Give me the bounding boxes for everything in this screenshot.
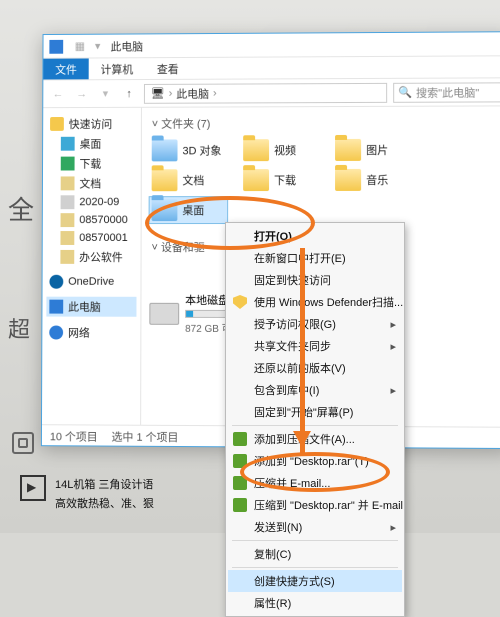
folder-icon	[152, 199, 178, 221]
folder-icon	[60, 250, 74, 264]
ctx-restore-version[interactable]: 还原以前的版本(V)	[228, 357, 402, 379]
chevron-right-icon: ›	[169, 87, 173, 99]
nav-back-icon[interactable]: ←	[49, 85, 67, 103]
ctx-add-archive[interactable]: 添加到压缩文件(A)...	[228, 428, 402, 450]
folder-icon	[243, 169, 269, 191]
titlebar[interactable]: ▦ ▾ 此电脑	[43, 32, 500, 58]
sidebar-network[interactable]: 网络	[46, 323, 136, 343]
folder-icon	[335, 139, 361, 161]
quick-access-toolbar: ▦ ▾	[73, 39, 105, 53]
separator	[232, 425, 398, 426]
search-placeholder: 搜索"此电脑"	[416, 84, 479, 100]
sidebar-item[interactable]: 桌面	[47, 134, 137, 154]
sidebar-item[interactable]: 08570000	[47, 211, 137, 229]
archive-icon	[233, 432, 247, 446]
ctx-share-sync[interactable]: 共享文件夹同步	[228, 335, 402, 357]
explorer-icon	[49, 39, 63, 53]
folder-icon	[243, 139, 269, 161]
ctx-compress-rar-email[interactable]: 压缩到 "Desktop.rar" 并 E-mail	[228, 494, 402, 516]
sidebar-onedrive[interactable]: OneDrive	[46, 273, 136, 291]
context-menu: 打开(O) 在新窗口中打开(E) 固定到快速访问 使用 Windows Defe…	[225, 222, 405, 617]
nav-up-icon[interactable]: ↑	[120, 84, 138, 102]
ctx-defender-scan[interactable]: 使用 Windows Defender扫描...	[228, 291, 402, 313]
qat-dropdown-icon[interactable]: ▾	[91, 39, 105, 53]
calendar-icon	[61, 195, 75, 209]
ctx-open-new-window[interactable]: 在新窗口中打开(E)	[228, 247, 402, 269]
network-icon	[49, 326, 63, 340]
folder-documents[interactable]: 文档	[150, 167, 228, 193]
ctx-pin-start[interactable]: 固定到"开始"屏幕(P)	[228, 401, 402, 423]
folder-pictures[interactable]: 图片	[333, 137, 411, 163]
drive-icon	[149, 302, 179, 324]
bg-text-2: 超	[8, 312, 30, 344]
ctx-send-to[interactable]: 发送到(N)	[228, 516, 402, 538]
download-icon	[61, 157, 75, 171]
ctx-grant-access[interactable]: 授予访问权限(G)	[228, 313, 402, 335]
group-header-folders[interactable]: ˅ 文件夹 (7)	[150, 112, 500, 137]
sidebar-item[interactable]: 08570001	[47, 229, 137, 247]
tab-computer[interactable]: 计算机	[89, 58, 145, 79]
ctx-compress-email[interactable]: 压缩并 E-mail...	[228, 472, 402, 494]
status-selection: 选中 1 个项目	[112, 428, 179, 444]
chip-icon	[12, 432, 34, 454]
search-input[interactable]: 🔍 搜索"此电脑"	[393, 82, 500, 102]
nav-forward-icon[interactable]: →	[73, 85, 91, 103]
desktop-icon	[61, 137, 75, 151]
folder-icon	[335, 169, 361, 191]
sidebar-item[interactable]: 办公软件	[47, 247, 137, 267]
pc-icon: 🖥	[151, 87, 165, 100]
onedrive-icon	[49, 275, 63, 289]
ctx-open[interactable]: 打开(O)	[228, 225, 402, 247]
status-count: 10 个项目	[50, 428, 98, 444]
sidebar-thispc[interactable]: 此电脑	[46, 297, 136, 317]
window-title: 此电脑	[110, 38, 143, 54]
sidebar-item[interactable]: 2020-09	[47, 193, 137, 211]
qat-properties-icon[interactable]: ▦	[73, 39, 87, 53]
address-bar: ← → ▾ ↑ 🖥 › 此电脑 › 🔍 搜索"此电脑"	[43, 78, 500, 108]
folder-icon	[61, 213, 75, 227]
ctx-add-rar[interactable]: 添加到 "Desktop.rar"(T)	[228, 450, 402, 472]
nav-pane: 快速访问 桌面 下载 文档 2020-09 08570000 08570001 …	[42, 108, 142, 425]
archive-icon	[233, 498, 247, 512]
folder-icon	[152, 169, 178, 191]
folder-music[interactable]: 音乐	[333, 167, 411, 193]
separator	[232, 540, 398, 541]
breadcrumb[interactable]: 🖥 › 此电脑 ›	[144, 82, 387, 103]
shield-icon	[233, 295, 247, 309]
nav-recent-icon[interactable]: ▾	[96, 85, 114, 103]
ctx-properties[interactable]: 属性(R)	[228, 592, 402, 614]
sidebar-item[interactable]: 文档	[47, 173, 137, 193]
ribbon-tabs: 文件 计算机 查看	[43, 56, 500, 80]
folder-icon	[152, 139, 178, 161]
ctx-include-library[interactable]: 包含到库中(I)	[228, 379, 402, 401]
tab-view[interactable]: 查看	[145, 58, 191, 79]
archive-icon	[233, 476, 247, 490]
archive-icon	[233, 454, 247, 468]
sidebar-item[interactable]: 下载	[47, 153, 137, 173]
star-icon	[50, 117, 64, 131]
folder-icon	[60, 231, 74, 245]
folder-3d-objects[interactable]: 3D 对象	[150, 137, 228, 163]
bg-text-1: 全	[8, 190, 34, 227]
folder-desktop[interactable]: 桌面	[150, 197, 228, 223]
ctx-copy[interactable]: 复制(C)	[228, 543, 402, 565]
document-icon	[61, 176, 75, 190]
ctx-create-shortcut[interactable]: 创建快捷方式(S)	[228, 570, 402, 592]
folder-videos[interactable]: 视频	[241, 137, 319, 163]
sidebar-quick-access[interactable]: 快速访问	[47, 114, 137, 134]
crumb-root[interactable]: 此电脑	[176, 85, 209, 101]
ctx-pin-quick[interactable]: 固定到快速访问	[228, 269, 402, 291]
search-icon: 🔍	[398, 86, 412, 99]
product-icon	[20, 475, 46, 501]
separator	[232, 567, 398, 568]
pc-icon	[49, 300, 63, 314]
chevron-right-icon: ›	[213, 87, 217, 99]
tab-file[interactable]: 文件	[43, 58, 88, 79]
folder-downloads[interactable]: 下载	[241, 167, 319, 193]
